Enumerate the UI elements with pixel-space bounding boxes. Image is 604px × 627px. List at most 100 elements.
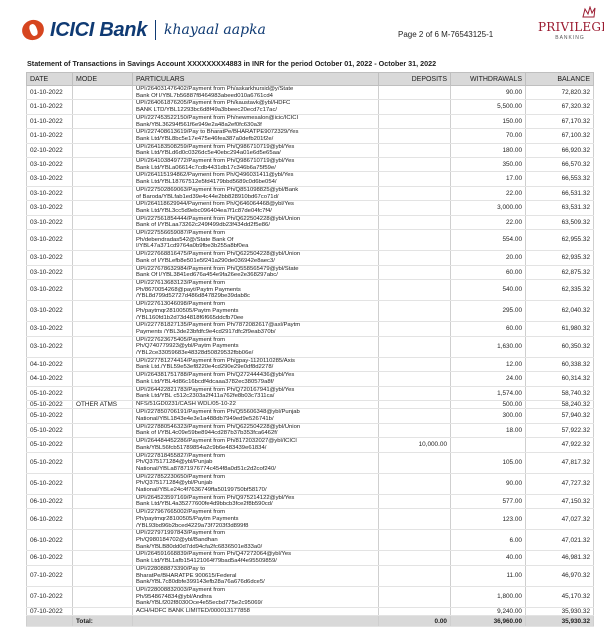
cell-mode (72, 279, 133, 302)
cell-particulars: UPI/227678632984/Payment from Ph/Q558565… (132, 265, 379, 280)
table-row: 03-10-2022 UPI/227561854444/Payment from … (26, 215, 594, 231)
statement-header: ICICI Bank khayaal aapka Page 2 of 6 M-7… (0, 0, 604, 58)
cell-balance: 60,314.32 (525, 371, 594, 387)
cell-withdrawals: 295.00 (450, 300, 526, 323)
cell-withdrawals: 90.00 (450, 85, 526, 101)
cell-date: 01-10-2022 (26, 99, 73, 115)
table-row: 06-10-2022 UPI/227971997843/Payment from … (26, 529, 594, 552)
cell-balance: 62,955.32 (525, 229, 594, 252)
cell-mode (72, 200, 133, 216)
cell-mode (72, 586, 133, 609)
cell-balance: 46,970.32 (525, 565, 594, 587)
cell-particulars: UPI/264523597169/Payment from Ph/Q975214… (132, 494, 379, 510)
cell-balance: 66,531.32 (525, 186, 594, 202)
cell-date: 06-10-2022 (26, 494, 73, 510)
cell-date: 03-10-2022 (26, 229, 73, 252)
cell-particulars: UPI/228088873390/Pay to BharatPe/BHARATP… (132, 565, 379, 587)
cell-date: 07-10-2022 (26, 607, 73, 617)
cell-particulars: UPI/227613046098/Payment from Ph/paytmqr… (132, 300, 379, 323)
cell-balance: 62,935.32 (525, 250, 594, 266)
cell-withdrawals: 500.00 (450, 400, 526, 410)
cell-mode (72, 408, 133, 424)
cell-mode (72, 85, 133, 101)
cell-balance: 66,553.32 (525, 171, 594, 187)
col-header-date: DATE (26, 72, 73, 86)
cell-withdrawals: 24.00 (450, 371, 526, 387)
cell-withdrawals: 1,800.00 (450, 586, 526, 609)
cell-mode (72, 171, 133, 187)
cell-deposits (378, 128, 451, 144)
table-row: 05-10-2022 UPI/227852230650/Payment from … (26, 473, 594, 495)
cell-date: 03-10-2022 (26, 157, 73, 173)
cell-balance: 62,875.32 (525, 265, 594, 280)
cell-deposits (378, 250, 451, 266)
cell-mode (72, 473, 133, 495)
cell-withdrawals: 105.00 (450, 452, 526, 474)
cell-deposits (378, 300, 451, 323)
cell-withdrawals: 18.00 (450, 423, 526, 439)
cell-deposits (378, 265, 451, 280)
table-row: 03-10-2022 UPI/227623675405/Payment from … (26, 336, 594, 358)
cell-balance: 58,240.32 (525, 400, 594, 410)
cell-mode (72, 157, 133, 173)
cell-withdrawals: 180.00 (450, 143, 526, 159)
cell-particulars: UPI/227818455827/Payment from Ph/Q375171… (132, 452, 379, 474)
page-info: Page 2 of 6 M-76543125-1 (398, 30, 494, 39)
cell-deposits (378, 143, 451, 159)
cell-particulars: UPI/227967665002/Payment from Ph/paytmqr… (132, 508, 379, 531)
cell-balance: 66,920.32 (525, 143, 594, 159)
cell-balance: 60,350.32 (525, 336, 594, 358)
cell-mode (72, 229, 133, 252)
cell-date: 03-10-2022 (26, 279, 73, 302)
cell-particulars: UPI/264591668839/Payment from Ph/Q472720… (132, 550, 379, 566)
cell-particulars: UPI/264103849772/Payment from Ph/Q986710… (132, 157, 379, 173)
table-row: 03-10-2022 UPI/227613046098/Payment from … (26, 300, 594, 323)
cell-date: 03-10-2022 (26, 321, 73, 337)
cell-deposits (378, 279, 451, 302)
cell-withdrawals: 60.00 (450, 321, 526, 337)
cell-mode (72, 114, 133, 130)
table-row: 04-10-2022 UPI/264381751788/Payment from … (26, 371, 594, 387)
cell-particulars: UPI/264422821783/Payment from Ph/Q720167… (132, 386, 379, 401)
cell-deposits (378, 473, 451, 495)
cell-particulars: UPI/227880546323/Payment from Ph/Q622504… (132, 423, 379, 439)
cell-particulars: UPI/227502869063/Payment from Ph/Q851098… (132, 186, 379, 202)
total-withdrawals: 36,960.00 (450, 615, 526, 627)
cell-date: 05-10-2022 (26, 452, 73, 474)
table-row: 03-10-2022 UPI/227613683123/Payment from … (26, 279, 594, 302)
cell-mode (72, 494, 133, 510)
cell-withdrawals: 9,240.00 (450, 607, 526, 617)
cell-withdrawals: 11.00 (450, 565, 526, 587)
cell-withdrawals: 22.00 (450, 215, 526, 231)
cell-date: 02-10-2022 (26, 143, 73, 159)
cell-withdrawals: 60.00 (450, 265, 526, 280)
cell-mode (72, 452, 133, 474)
table-row: 03-10-2022 UPI/227668816475/Payment from … (26, 250, 594, 266)
brand-tagline: khayaal aapka (164, 22, 266, 38)
cell-withdrawals: 540.00 (450, 279, 526, 302)
table-row: 07-10-2022 UPI/228088873390/Pay to Bharat… (26, 565, 594, 587)
total-balance: 35,930.32 (525, 615, 594, 627)
cell-deposits (378, 85, 451, 101)
cell-date: 03-10-2022 (26, 200, 73, 216)
cell-mode (72, 215, 133, 231)
cell-mode (72, 300, 133, 323)
table-row: 07-10-2022 ACH/HDFC BANK LIMITED/00001317… (26, 607, 594, 617)
privilege-sub: BANKING (555, 35, 585, 41)
cell-mode (72, 529, 133, 552)
table-row: 05-10-2022 UPI/227880546323/Payment from … (26, 423, 594, 439)
cell-date: 03-10-2022 (26, 215, 73, 231)
cell-deposits (378, 157, 451, 173)
cell-mode (72, 250, 133, 266)
cell-mode (72, 565, 133, 587)
cell-balance: 72,820.32 (525, 85, 594, 101)
cell-mode (72, 357, 133, 373)
cell-particulars: UPI/264115194862/Payment from Ph/Q496031… (132, 171, 379, 187)
cell-date: 03-10-2022 (26, 171, 73, 187)
table-row: 05-10-2022 UPI/227850706191/Payment from … (26, 408, 594, 424)
cell-balance: 35,930.32 (525, 607, 594, 617)
cell-date: 06-10-2022 (26, 529, 73, 552)
cell-deposits (378, 607, 451, 617)
cell-deposits (378, 550, 451, 566)
cell-particulars: UPI/227453522150/Payment from Ph/newmesa… (132, 114, 379, 130)
